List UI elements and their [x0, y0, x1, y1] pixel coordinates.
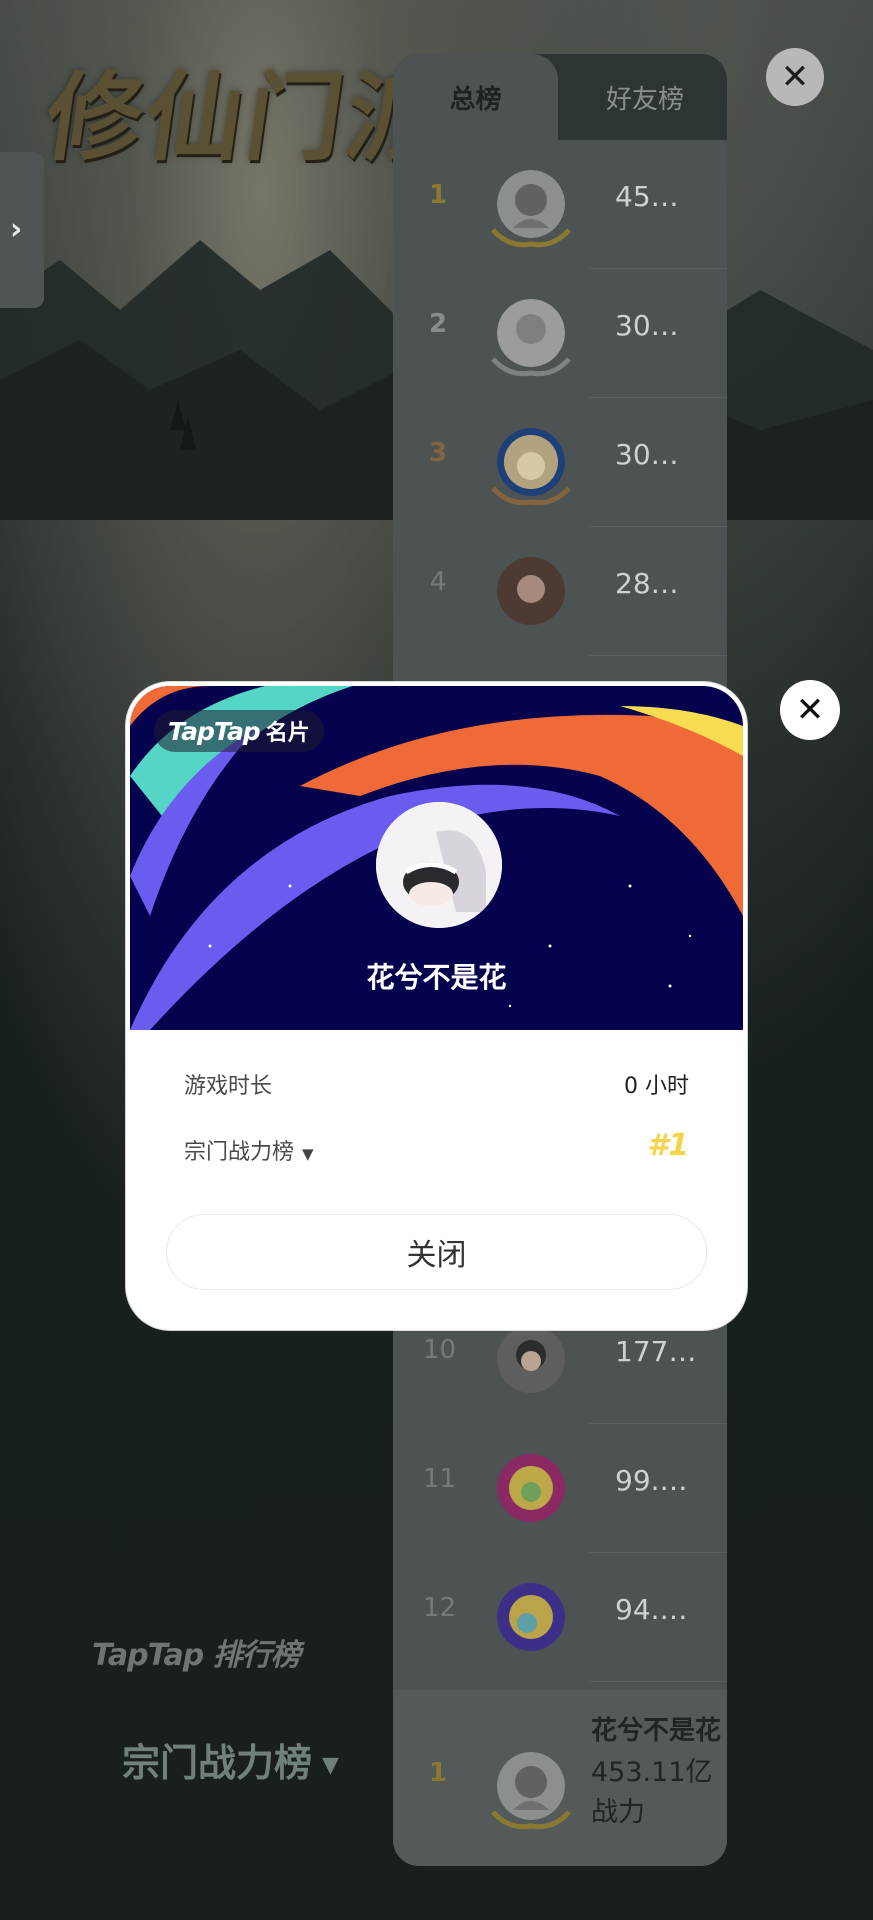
player-score: 94.… [615, 1593, 688, 1626]
side-expand-tab[interactable]: › [0, 152, 44, 308]
table-row[interactable]: 3 30… [393, 398, 727, 527]
my-player-score: 453.11亿 [591, 1757, 713, 1788]
tab-overall[interactable]: 总榜 [393, 54, 558, 140]
leaderboard-close-button[interactable]: ✕ [766, 48, 824, 106]
profile-card-modal: TapTap 名片 花兮不是花 游戏时长 0 小时 宗门战力榜 ▼ #1 关闭 [126, 682, 747, 1330]
play-time-label: 游戏时长 [184, 1074, 273, 1099]
leaderboard-list: 1 45… 2 30… 3 30… 4 28… [393, 140, 727, 656]
player-score: 30… [615, 309, 679, 342]
board-rank-row[interactable]: 宗门战力榜 ▼ #1 [184, 1128, 689, 1166]
play-time-row: 游戏时长 0 小时 [184, 1068, 689, 1100]
play-time-value: 0 小时 [624, 1074, 689, 1099]
caret-down-icon: ▼ [302, 1145, 314, 1163]
score-unit: 战力 [591, 1797, 645, 1828]
close-button[interactable]: 关闭 [166, 1214, 707, 1290]
silver-wreath-icon [491, 357, 571, 377]
modal-close-button[interactable]: ✕ [780, 680, 840, 740]
taptap-leaderboard-logo: TapTap 排行榜 [92, 1638, 301, 1673]
my-player-name: 花兮不是花 [591, 1716, 722, 1746]
player-avatar [497, 1583, 565, 1651]
board-selector[interactable]: 宗门战力榜 ▼ [122, 1732, 339, 1787]
bronze-wreath-icon [491, 486, 571, 506]
rank-number: 4 [429, 567, 447, 597]
player-score: 99.… [615, 1464, 688, 1497]
player-score: 28… [615, 567, 679, 600]
leaderboard-tabs: 好友榜 总榜 [393, 54, 727, 140]
profile-avatar [376, 802, 502, 928]
profile-banner: TapTap 名片 花兮不是花 [130, 686, 743, 1030]
taptap-logo: TapTap [168, 716, 261, 746]
gold-wreath-icon [491, 228, 571, 248]
player-avatar [497, 1454, 565, 1522]
board-rank-label: 宗门战力榜 [184, 1140, 295, 1165]
close-icon: ✕ [795, 690, 825, 730]
leaderboard-list-lower: 10 177… 11 99.… 12 94.… [393, 1295, 727, 1682]
player-avatar [497, 1325, 565, 1393]
rank-number: 1 [428, 180, 448, 210]
close-icon: ✕ [780, 57, 810, 97]
table-row[interactable]: 4 28… [393, 527, 727, 656]
rank-number: 3 [428, 438, 448, 468]
taptap-card-badge: TapTap 名片 [154, 710, 324, 752]
player-score: 177… [615, 1335, 697, 1368]
caret-down-icon: ▼ [322, 1753, 339, 1778]
gold-wreath-icon [491, 1810, 571, 1830]
profile-name: 花兮不是花 [366, 961, 507, 994]
table-row[interactable]: 12 94.… [393, 1553, 727, 1682]
my-rank-row[interactable]: 1 花兮不是花 453.11亿 战力 [393, 1690, 727, 1866]
player-score: 45… [615, 180, 679, 213]
rank-number: 1 [428, 1758, 448, 1788]
player-avatar [497, 557, 565, 625]
board-rank-value: #1 [647, 1128, 689, 1163]
chevron-right-icon: › [10, 212, 23, 247]
table-row[interactable]: 11 99.… [393, 1424, 727, 1553]
rank-number: 10 [423, 1335, 457, 1365]
table-row[interactable]: 2 30… [393, 269, 727, 398]
badge-label: 名片 [265, 721, 310, 746]
rank-number: 11 [423, 1464, 457, 1494]
table-row[interactable]: 1 45… [393, 140, 727, 269]
player-score: 30… [615, 438, 679, 471]
tab-friends[interactable]: 好友榜 [563, 54, 727, 140]
rank-number: 12 [423, 1593, 457, 1623]
board-selector-label: 宗门战力榜 [122, 1741, 313, 1785]
rank-number: 2 [428, 309, 448, 339]
